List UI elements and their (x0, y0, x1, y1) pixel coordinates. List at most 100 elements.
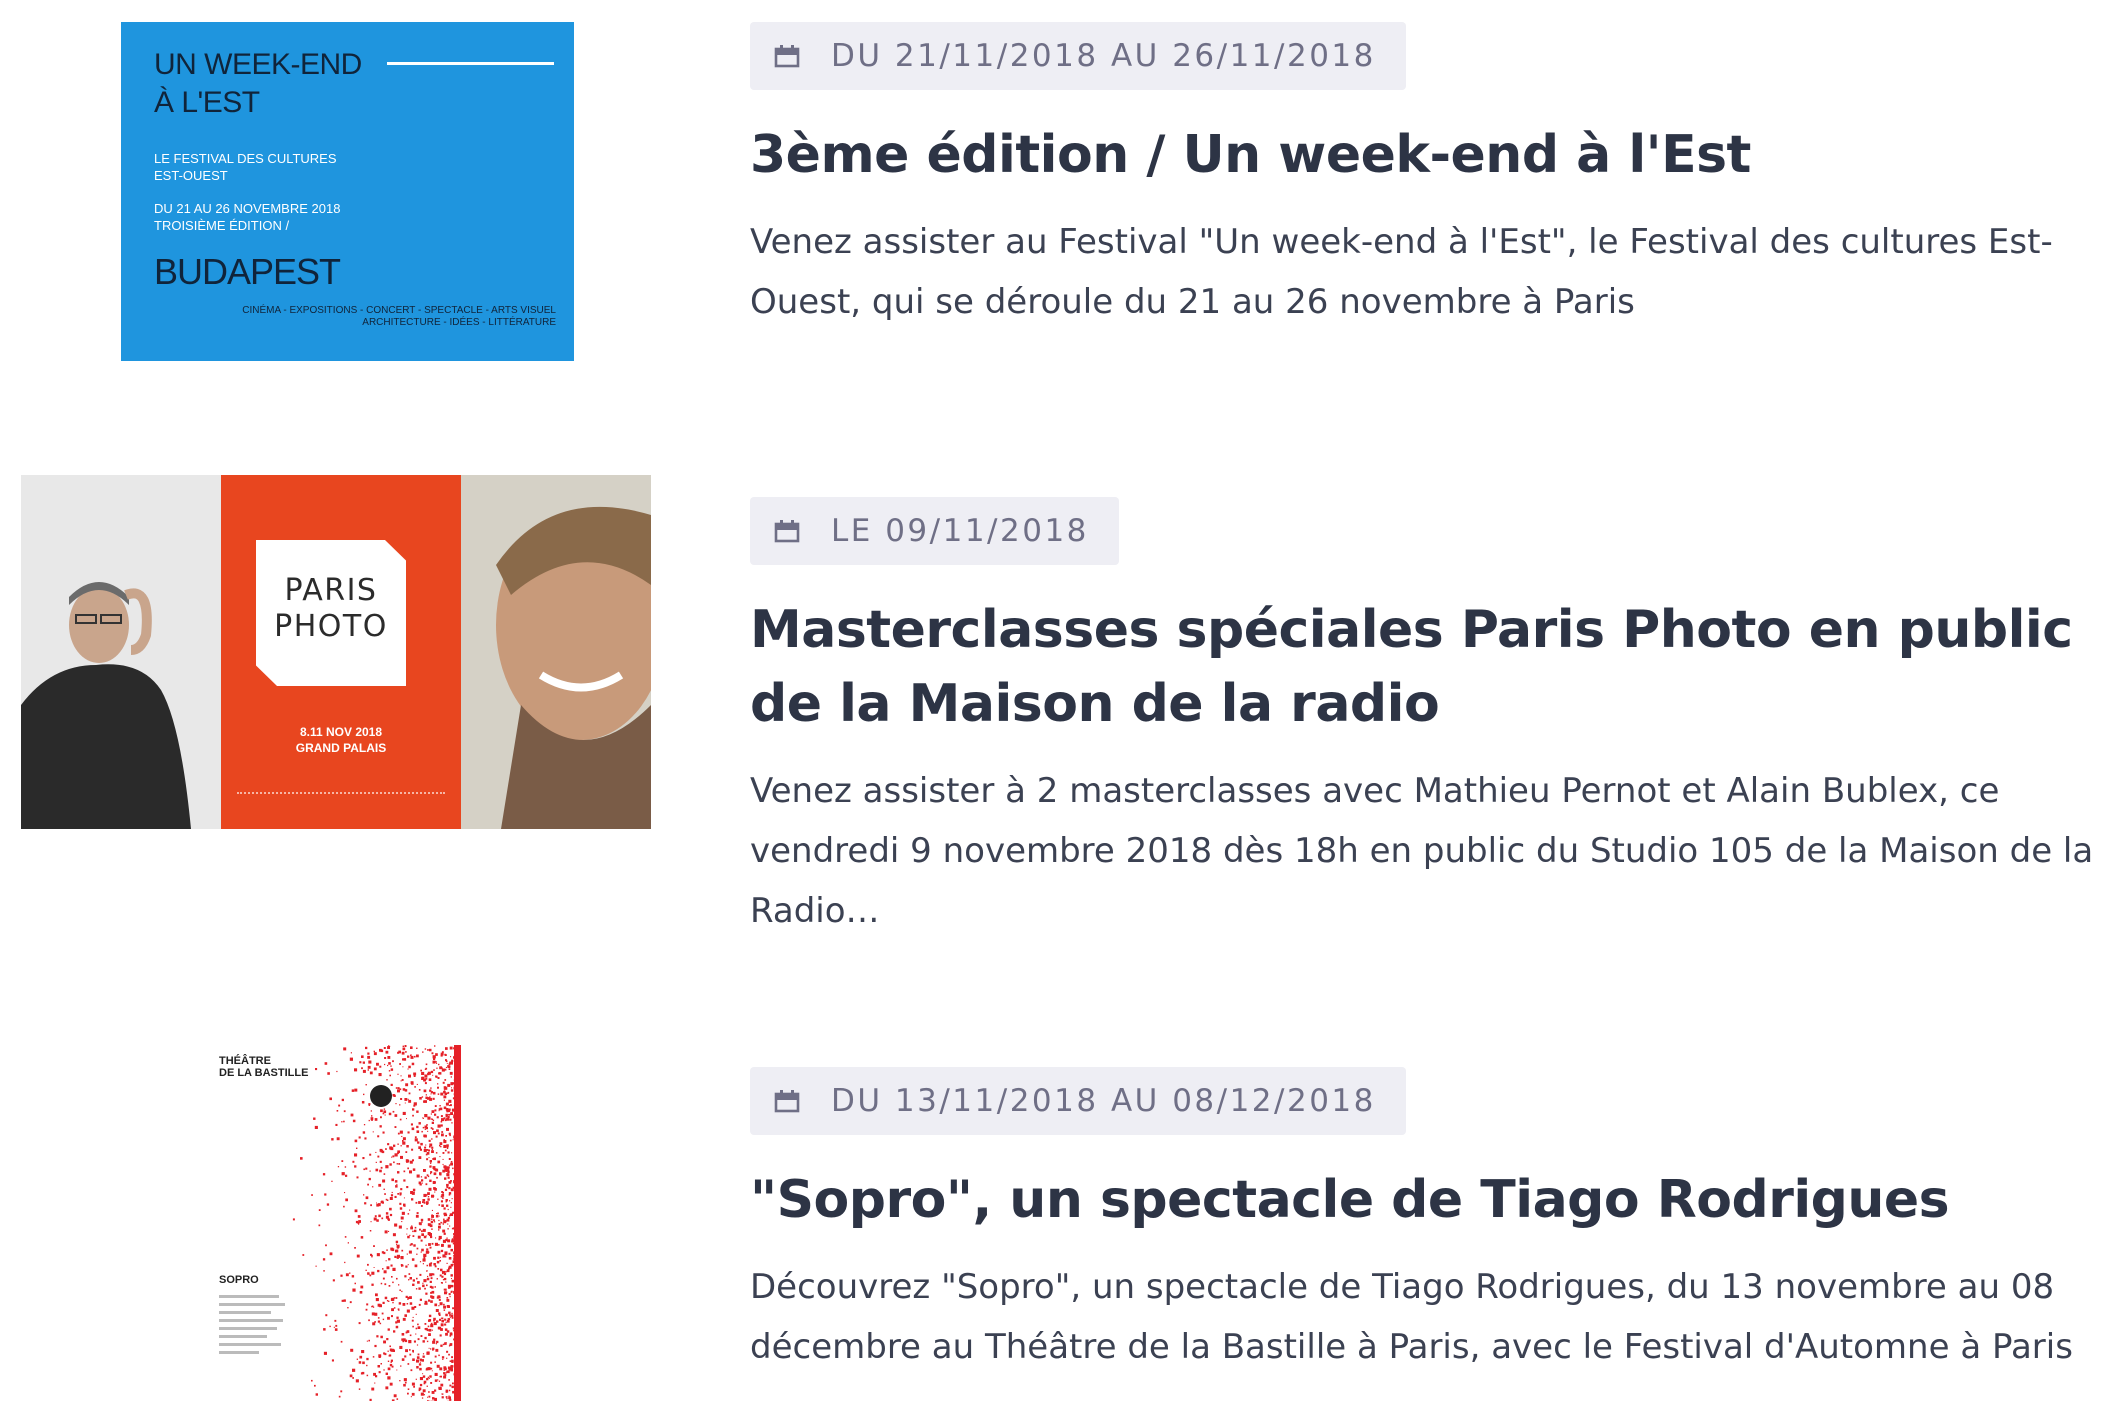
poster-dot (344, 1236, 347, 1238)
poster-dot (443, 1117, 446, 1120)
poster-dot (436, 1260, 440, 1264)
poster-dot (435, 1061, 437, 1063)
poster-dot (428, 1319, 431, 1322)
event-thumbnail[interactable]: UN WEEK-END À L'EST LE FESTIVAL DES CULT… (121, 22, 574, 361)
poster-dot (382, 1201, 384, 1204)
poster-dot (443, 1086, 447, 1089)
poster-dot (349, 1272, 351, 1274)
event-thumbnail[interactable]: PARIS PHOTO 8.11 NOV 2018 GRAND PALAIS (21, 475, 651, 829)
poster-dot (447, 1228, 449, 1230)
poster-dot (390, 1361, 392, 1363)
poster-dot (401, 1211, 405, 1215)
poster-dot (435, 1053, 438, 1056)
poster-dot (448, 1311, 451, 1315)
poster-dot (437, 1268, 440, 1270)
bastille-credits (219, 1295, 289, 1359)
poster-dot (437, 1212, 439, 1215)
poster-dot (447, 1216, 450, 1219)
bastille-header: THÉÂTRE DE LA BASTILLE (219, 1055, 309, 1079)
poster-dot (425, 1183, 428, 1186)
poster-dot (446, 1262, 448, 1264)
poster-dot (399, 1104, 401, 1106)
poster-dot (377, 1320, 380, 1323)
poster-dot (411, 1191, 415, 1195)
poster-dot (434, 1372, 438, 1376)
poster-dot (437, 1132, 440, 1135)
poster-dot (427, 1351, 429, 1353)
photo-portrait-left (21, 475, 221, 829)
poster-dot (391, 1308, 394, 1312)
poster-dot (424, 1074, 428, 1078)
poster-edge (454, 1045, 461, 1401)
poster-dot (355, 1379, 359, 1383)
poster-dot (418, 1146, 421, 1149)
poster-dot (423, 1382, 426, 1385)
poster-dot (379, 1169, 382, 1173)
poster-dot (441, 1051, 444, 1054)
poster-dot (370, 1253, 373, 1256)
poster-dot (392, 1060, 394, 1063)
poster-dot (383, 1108, 386, 1110)
poster-dot (371, 1387, 375, 1391)
poster-dot (446, 1397, 448, 1400)
poster-dot (323, 1270, 325, 1272)
poster-dot (377, 1317, 380, 1319)
poster-dot (446, 1127, 449, 1131)
poster-dot (417, 1141, 420, 1144)
poster-dot (383, 1110, 387, 1114)
poster-dot (398, 1284, 400, 1286)
poster-dot (367, 1065, 371, 1069)
poster-dot (446, 1350, 449, 1353)
poster-dot (446, 1269, 450, 1273)
poster-dot (338, 1104, 341, 1107)
poster-dot (448, 1132, 451, 1135)
poster-dot (412, 1325, 414, 1328)
poster-dot (395, 1185, 398, 1188)
poster-dot (446, 1297, 449, 1299)
poster-dot (427, 1232, 431, 1236)
poster-dot (383, 1352, 386, 1355)
event-title[interactable]: 3ème édition / Un week-end à l'Est (750, 118, 2128, 192)
poster-dot (401, 1264, 404, 1267)
poster-dot (434, 1389, 437, 1392)
poster-dot (406, 1309, 410, 1313)
event-title[interactable]: "Sopro", un spectacle de Tiago Rodrigues (750, 1163, 2128, 1237)
poster-dot (421, 1071, 425, 1075)
poster-dot (365, 1084, 367, 1086)
poster-dot (410, 1369, 413, 1372)
poster-dot (435, 1343, 437, 1345)
poster-dot (398, 1050, 401, 1054)
poster-dot (442, 1343, 445, 1346)
poster-dot (441, 1356, 445, 1359)
poster-dot (382, 1318, 385, 1321)
poster-dot (377, 1303, 381, 1307)
poster-dot (449, 1335, 452, 1337)
poster-dot (367, 1263, 369, 1266)
poster-dot (381, 1251, 385, 1254)
poster-dot (369, 1153, 372, 1156)
poster-dot (452, 1139, 454, 1141)
poster-dot (448, 1252, 451, 1255)
poster-dot (446, 1218, 450, 1222)
poster-dot (428, 1243, 431, 1246)
poster-dot (406, 1253, 408, 1255)
poster-dot (427, 1367, 431, 1371)
poster-dot (451, 1087, 452, 1089)
poster-dot (424, 1287, 426, 1290)
poster-dot (376, 1202, 377, 1204)
poster-dot (436, 1063, 438, 1064)
poster-dot (450, 1056, 452, 1058)
poster-dot (382, 1277, 385, 1280)
poster-dot (398, 1225, 402, 1229)
poster-dot (438, 1244, 440, 1246)
poster-dot (409, 1353, 412, 1356)
poster-dot (396, 1277, 398, 1280)
poster-dot (409, 1244, 412, 1246)
poster-dot (443, 1218, 445, 1221)
event-title[interactable]: Masterclasses spéciales Paris Photo en p… (750, 593, 2128, 741)
poster-dot (434, 1361, 436, 1363)
poster-dot (428, 1299, 431, 1302)
poster-dot (408, 1074, 411, 1078)
event-thumbnail[interactable]: THÉÂTRE DE LA BASTILLE SOPRO (218, 1045, 461, 1401)
poster-dot (426, 1264, 428, 1267)
